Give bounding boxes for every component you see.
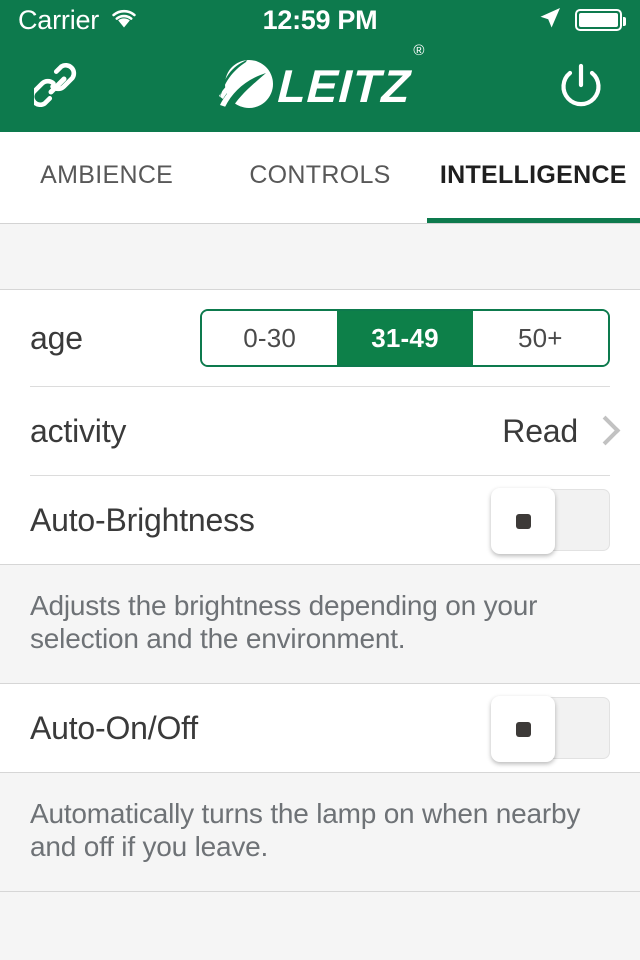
brand-logo: LEITZ ® <box>0 43 640 118</box>
age-segmented-control[interactable]: 0-30 31-49 50+ <box>200 309 610 367</box>
settings-list: age 0-30 31-49 50+ activity Read Auto-Br… <box>0 290 640 564</box>
toggle-knob-dot <box>515 513 531 529</box>
setting-row-age: age 0-30 31-49 50+ <box>0 290 640 386</box>
brand-name: LEITZ <box>276 60 412 112</box>
tab-controls[interactable]: CONTROLS <box>213 132 426 223</box>
power-icon[interactable] <box>550 55 612 117</box>
age-segment-50-plus[interactable]: 50+ <box>472 311 608 365</box>
status-bar-left: Carrier <box>18 4 139 35</box>
activity-value: Read <box>502 412 578 449</box>
auto-brightness-toggle[interactable] <box>491 488 610 554</box>
auto-on-off-description: Automatically turns the lamp on when nea… <box>0 772 640 893</box>
toggle-knob <box>491 488 555 554</box>
setting-row-activity[interactable]: activity Read <box>0 387 640 475</box>
section-spacer <box>0 224 640 290</box>
auto-on-off-toggle[interactable] <box>491 696 610 763</box>
setting-row-auto-on-off: Auto-On/Off <box>0 684 640 773</box>
wifi-icon <box>109 7 139 34</box>
status-bar-right <box>537 5 626 36</box>
auto-brightness-description-text: Adjusts the brightness depending on your… <box>30 590 538 655</box>
tab-ambience[interactable]: AMBIENCE <box>0 132 213 223</box>
toggle-knob <box>491 696 555 763</box>
battery-full-icon <box>575 9 626 31</box>
location-arrow-icon <box>537 5 563 36</box>
app-screen: Carrier 12:59 PM LEITZ ® AMBIENCE CONTRO… <box>0 0 640 960</box>
app-header: LEITZ ® <box>0 40 640 132</box>
auto-on-off-section: Auto-On/Off <box>0 684 640 773</box>
chain-link-icon[interactable] <box>28 55 90 117</box>
carrier-label: Carrier <box>18 4 100 35</box>
leaf-logo-icon <box>216 55 276 118</box>
age-segment-0-30[interactable]: 0-30 <box>202 311 338 365</box>
age-label: age <box>30 319 83 356</box>
age-segment-31-49[interactable]: 31-49 <box>337 311 473 365</box>
clock-label: 12:59 PM <box>262 4 378 35</box>
tab-bar: AMBIENCE CONTROLS INTELLIGENCE <box>0 132 640 224</box>
status-bar: Carrier 12:59 PM <box>0 0 640 40</box>
auto-on-off-description-text: Automatically turns the lamp on when nea… <box>30 798 581 863</box>
chevron-right-icon <box>594 417 610 445</box>
tab-intelligence[interactable]: INTELLIGENCE <box>426 132 640 223</box>
toggle-knob-dot <box>515 721 531 737</box>
registered-trademark-icon: ® <box>413 41 425 59</box>
setting-row-auto-brightness: Auto-Brightness <box>0 476 640 564</box>
auto-brightness-description: Adjusts the brightness depending on your… <box>0 564 640 685</box>
activity-label: activity <box>30 412 127 449</box>
auto-on-off-label: Auto-On/Off <box>30 709 198 746</box>
auto-brightness-label: Auto-Brightness <box>30 501 255 538</box>
